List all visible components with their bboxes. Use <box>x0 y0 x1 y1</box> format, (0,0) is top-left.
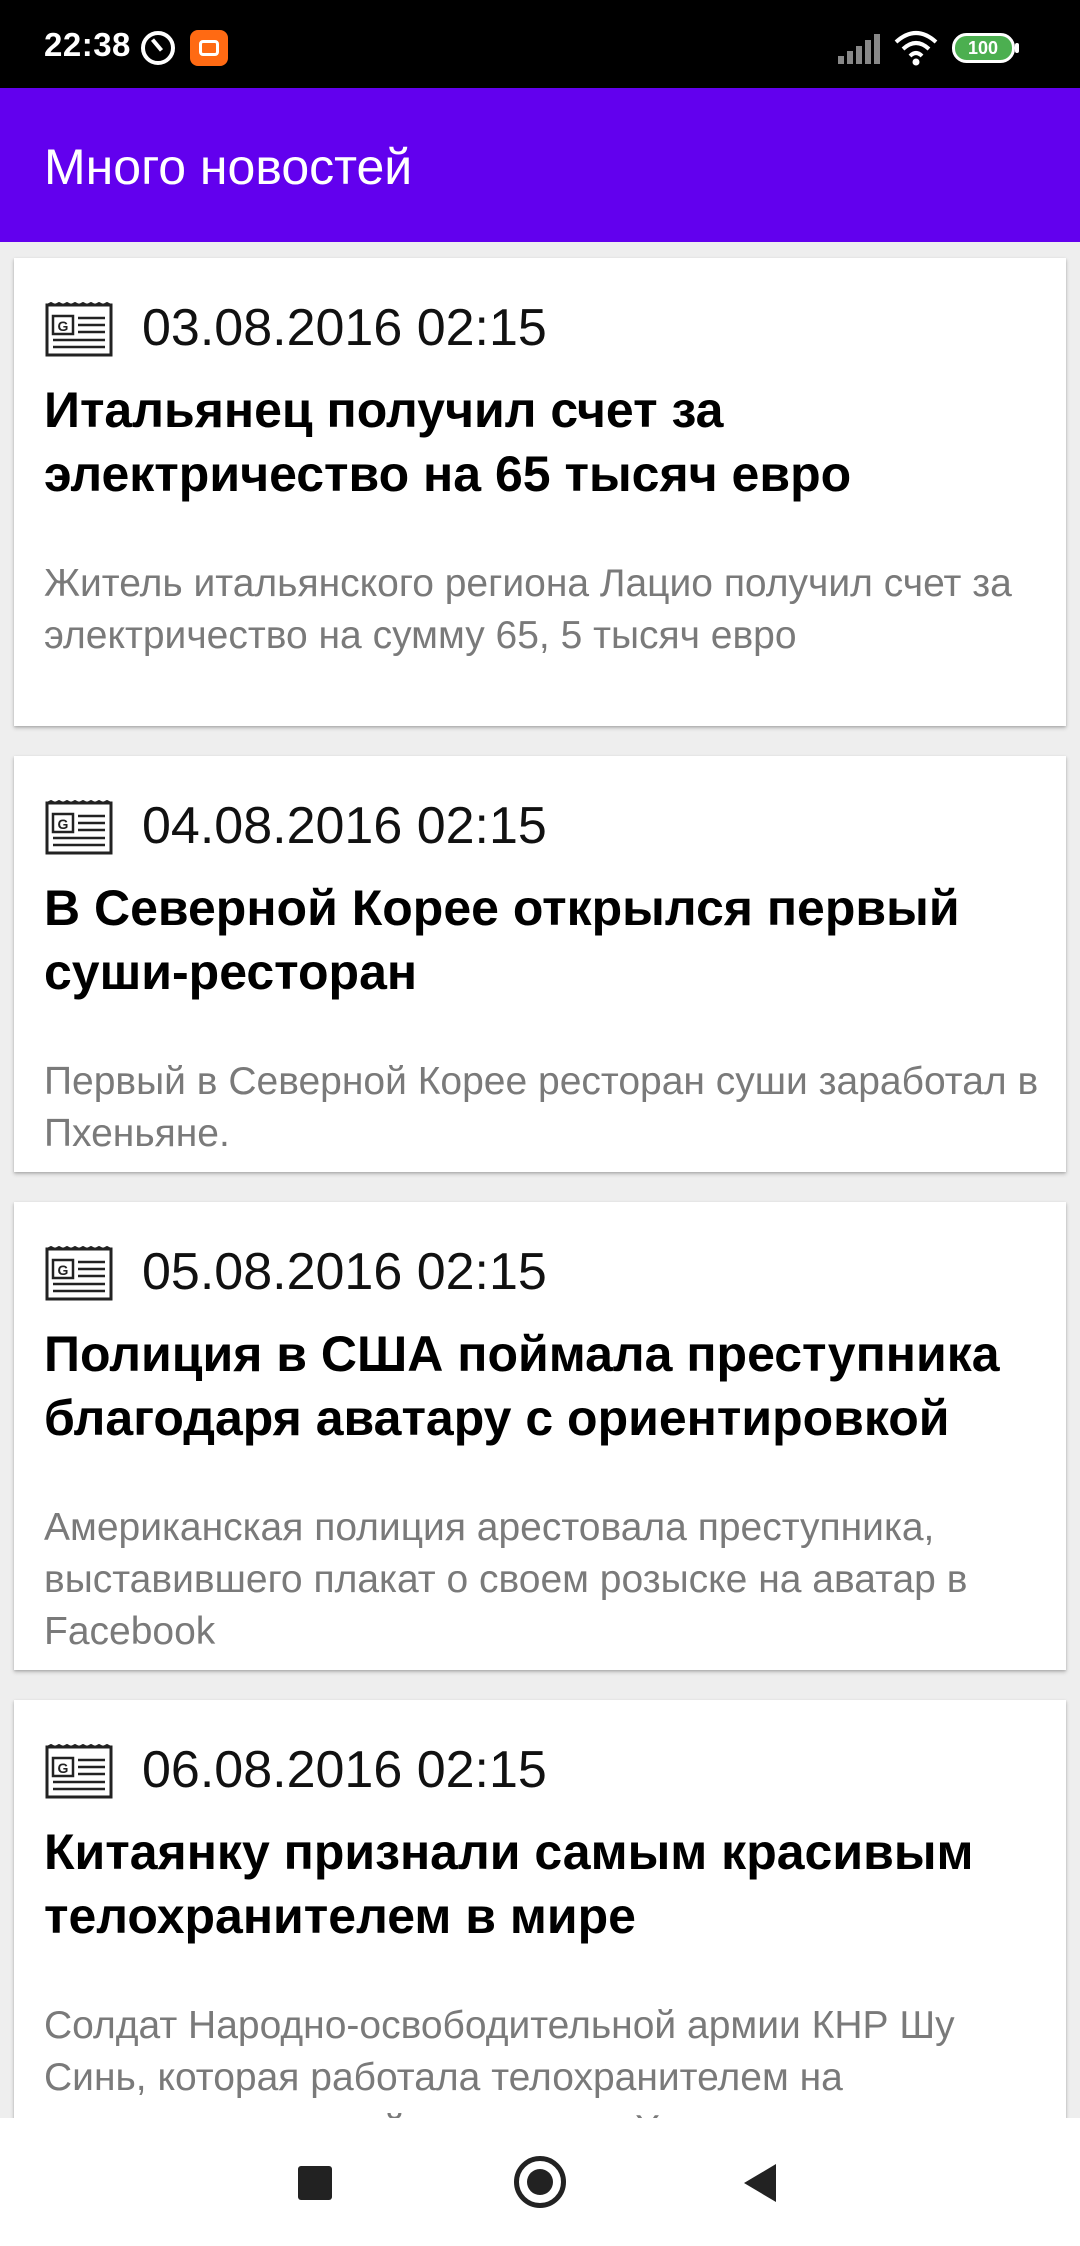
app-bar: Много новостей <box>0 88 1080 242</box>
back-triangle-icon[interactable] <box>744 2164 776 2202</box>
news-date: 03.08.2016 02:15 <box>142 299 547 357</box>
news-title: Полиция в США поймала преступника благод… <box>44 1326 1000 1446</box>
news-title: В Северной Корее открылся первый суши-ре… <box>44 880 960 1000</box>
home-circle-icon[interactable] <box>514 2156 566 2208</box>
status-time: 22:38 <box>44 26 131 63</box>
svg-text:G: G <box>58 816 69 832</box>
news-description: Американская полиция арестовала преступн… <box>44 1506 968 1653</box>
newspaper-icon: G <box>45 302 113 357</box>
svg-text:G: G <box>58 1262 69 1278</box>
news-date: 04.08.2016 02:15 <box>142 797 547 855</box>
news-description: Первый в Северной Корее ресторан суши за… <box>44 1060 1039 1155</box>
news-title: Китаянку признали самым красивым телохра… <box>44 1824 974 1944</box>
news-date: 05.08.2016 02:15 <box>142 1243 547 1301</box>
newspaper-icon: G <box>45 1744 113 1799</box>
news-card[interactable]: G 06.08.2016 02:15 Китаянку признали сам… <box>14 1700 1066 2118</box>
mi-app-icon <box>190 30 228 66</box>
app-title: Много новостей <box>44 139 413 195</box>
news-card[interactable]: G 04.08.2016 02:15 В Северной Корее откр… <box>14 756 1066 1172</box>
news-date: 06.08.2016 02:15 <box>142 1741 547 1799</box>
status-bar: 22:38 100 <box>0 0 1080 88</box>
news-list[interactable]: G 03.08.2016 02:15 Итальянец получил сче… <box>0 242 1080 2118</box>
svg-text:G: G <box>58 1760 69 1776</box>
recents-square-icon[interactable] <box>298 2166 332 2200</box>
navigation-bar <box>0 2118 1080 2246</box>
news-card[interactable]: G 03.08.2016 02:15 Итальянец получил сче… <box>14 258 1066 726</box>
svg-text:G: G <box>58 318 69 334</box>
battery-icon: 100 <box>952 33 1019 63</box>
newspaper-icon: G <box>45 1246 113 1301</box>
news-card[interactable]: G 05.08.2016 02:15 Полиция в США поймала… <box>14 1202 1066 1670</box>
do-not-disturb-icon <box>141 31 175 65</box>
battery-level: 100 <box>968 38 998 58</box>
news-description: Житель итальянского региона Лацио получи… <box>44 562 1012 657</box>
signal-icon <box>838 34 880 64</box>
newspaper-icon: G <box>45 800 113 855</box>
news-description: Солдат Народно-освободительной армии КНР… <box>44 2004 955 2118</box>
news-title: Итальянец получил счет за электричество … <box>44 382 852 502</box>
wifi-icon <box>894 31 938 66</box>
